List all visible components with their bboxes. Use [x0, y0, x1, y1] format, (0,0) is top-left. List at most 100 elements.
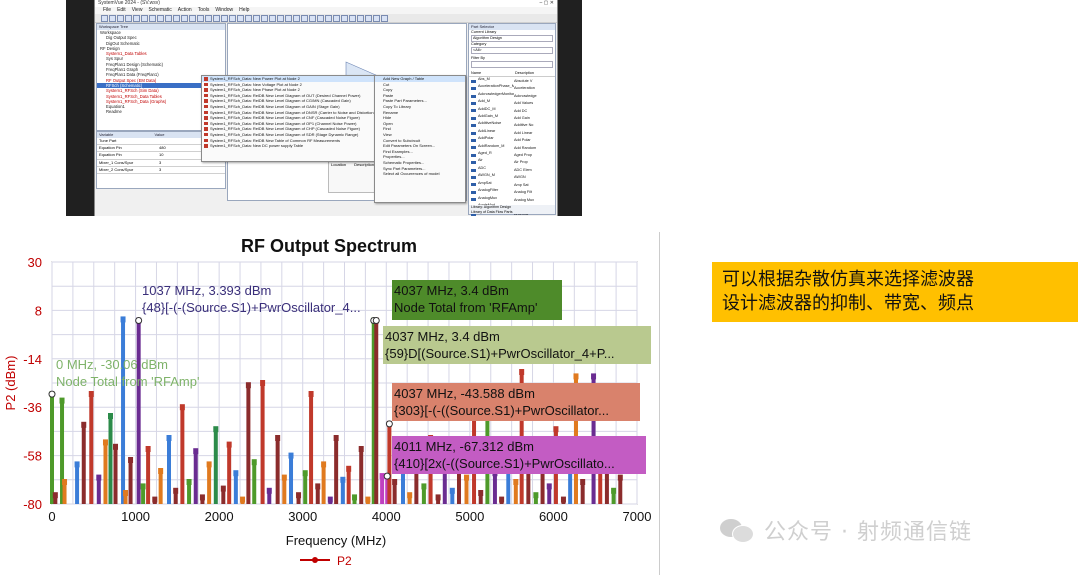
- spectrum-bar-marker[interactable]: [308, 391, 314, 397]
- marker-point[interactable]: [48, 390, 56, 398]
- menu-item-window[interactable]: Window: [215, 7, 233, 14]
- toolbar-button-icon[interactable]: [269, 15, 276, 22]
- toolbar-button-icon[interactable]: [149, 15, 156, 22]
- spectrum-bar-marker[interactable]: [145, 446, 151, 452]
- spectrum-bar-marker[interactable]: [296, 492, 302, 499]
- toolbar-button-icon[interactable]: [157, 15, 164, 22]
- spectrum-bar-marker[interactable]: [513, 479, 519, 485]
- spectrum-bar-marker[interactable]: [52, 492, 58, 499]
- context-menu-item[interactable]: Select all Occurrences of model: [375, 171, 465, 177]
- spectrum-bar-marker[interactable]: [365, 496, 371, 503]
- library-item[interactable]: AddGain_M Add Gain: [469, 114, 555, 121]
- spectrum-bar-marker[interactable]: [213, 426, 219, 433]
- spectrum-bar-marker[interactable]: [260, 380, 266, 386]
- spectrum-bar-marker[interactable]: [302, 470, 308, 477]
- spectrum-bar-marker[interactable]: [166, 435, 172, 441]
- toolbar-button-icon[interactable]: [101, 15, 108, 22]
- menu-item-edit[interactable]: Edit: [117, 7, 126, 14]
- spectrum-bar-marker[interactable]: [152, 496, 158, 503]
- grid-cell-value[interactable]: 3: [159, 167, 161, 173]
- library-item[interactable]: AnalogMux Analog Mux: [469, 196, 555, 203]
- spectrum-bar-marker[interactable]: [173, 487, 179, 494]
- library-item[interactable]: Abs_M Absolute V: [469, 77, 555, 84]
- toolbar-button-icon[interactable]: [197, 15, 204, 22]
- library-select[interactable]: Algorithm Design: [471, 35, 553, 42]
- spectrum-bar-marker[interactable]: [315, 483, 321, 490]
- spectrum-bar-marker[interactable]: [179, 404, 185, 411]
- toolbar-button-icon[interactable]: [133, 15, 140, 22]
- library-item[interactable]: AddRandom_M Add Random: [469, 144, 555, 151]
- spectrum-bar-marker[interactable]: [266, 487, 272, 494]
- spectrum-bar-marker[interactable]: [186, 479, 192, 485]
- spectrum-bar-marker[interactable]: [206, 461, 212, 468]
- toolbar-button-icon[interactable]: [277, 15, 284, 22]
- marker-point[interactable]: [135, 317, 143, 325]
- toolbar-button-icon[interactable]: [181, 15, 188, 22]
- toolbar-button-icon[interactable]: [341, 15, 348, 22]
- spectrum-bar-marker[interactable]: [519, 369, 525, 375]
- library-item[interactable]: AnalogFilter Analog Filt: [469, 188, 555, 195]
- toolbar-button-icon[interactable]: [165, 15, 172, 22]
- spectrum-bar-marker[interactable]: [611, 487, 617, 494]
- grid-cell-value[interactable]: 10: [159, 152, 163, 158]
- spectrum-bar-marker[interactable]: [421, 483, 427, 490]
- toolbar-button-icon[interactable]: [317, 15, 324, 22]
- spectrum-bar-marker[interactable]: [123, 490, 129, 496]
- toolbar-button-icon[interactable]: [261, 15, 268, 22]
- library-item[interactable]: ADC ADC Elem: [469, 166, 555, 173]
- toolbar-button-icon[interactable]: [309, 15, 316, 22]
- spectrum-bar-marker[interactable]: [333, 435, 339, 441]
- graph-menu-item[interactable]: System1_RFSch_Data: New DC power supply …: [202, 143, 393, 149]
- toolbar-button-icon[interactable]: [325, 15, 332, 22]
- spectrum-bar-marker[interactable]: [340, 476, 346, 483]
- spectrum-bar-marker[interactable]: [96, 474, 102, 481]
- toolbar-button-icon[interactable]: [117, 15, 124, 22]
- spectrum-bar-marker[interactable]: [478, 490, 484, 496]
- spectrum-bar-marker[interactable]: [140, 483, 146, 490]
- spectrum-bar-marker[interactable]: [573, 373, 579, 380]
- marker-point[interactable]: [385, 420, 393, 428]
- menu-item-help[interactable]: Help: [239, 7, 249, 14]
- spectrum-bar-marker[interactable]: [533, 492, 539, 499]
- menu-item-schematic[interactable]: Schematic: [148, 7, 171, 14]
- spectrum-bar-marker[interactable]: [553, 426, 559, 433]
- spectrum-bar-marker[interactable]: [358, 446, 364, 452]
- marker-point[interactable]: [372, 317, 380, 325]
- toolbar-button-icon[interactable]: [301, 15, 308, 22]
- spectrum-bar-marker[interactable]: [580, 479, 586, 485]
- toolbar-button-icon[interactable]: [293, 15, 300, 22]
- toolbar-button-icon[interactable]: [285, 15, 292, 22]
- library-item[interactable]: AddLinear Add Linear: [469, 129, 555, 136]
- spectrum-bar-marker[interactable]: [62, 479, 68, 485]
- toolbar-button-icon[interactable]: [373, 15, 380, 22]
- toolbar-button-icon[interactable]: [333, 15, 340, 22]
- spectrum-bar-marker[interactable]: [327, 496, 333, 503]
- spectrum-bar-marker[interactable]: [275, 435, 281, 441]
- spectrum-bar-marker[interactable]: [352, 494, 358, 501]
- library-item[interactable]: AdditiveNoise Additive No: [469, 121, 555, 128]
- toolbar-button-icon[interactable]: [237, 15, 244, 22]
- menu-item-file[interactable]: File: [103, 7, 111, 14]
- toolbar-button-icon[interactable]: [221, 15, 228, 22]
- toolbar-button-icon[interactable]: [173, 15, 180, 22]
- toolbar-button-icon[interactable]: [141, 15, 148, 22]
- library-item[interactable]: Add_M Add Values: [469, 99, 555, 106]
- spectrum-bar-marker[interactable]: [240, 496, 246, 503]
- marker-point[interactable]: [383, 472, 391, 480]
- spectrum-bar-marker[interactable]: [560, 496, 566, 503]
- grid-cell-value[interactable]: 480: [159, 145, 166, 151]
- toolbar-button-icon[interactable]: [381, 15, 388, 22]
- spectrum-bar-marker[interactable]: [226, 441, 232, 448]
- toolbar-button-icon[interactable]: [205, 15, 212, 22]
- spectrum-bar-marker[interactable]: [102, 439, 108, 446]
- toolbar-button-icon[interactable]: [109, 15, 116, 22]
- library-item[interactable]: Air Air Prop: [469, 158, 555, 165]
- library-item[interactable]: AmpSat Amp Sat: [469, 181, 555, 188]
- spectrum-bar-marker[interactable]: [288, 452, 294, 459]
- toolbar-button-icon[interactable]: [245, 15, 252, 22]
- spectrum-bar-marker[interactable]: [251, 459, 257, 466]
- category-select[interactable]: <All>: [471, 47, 553, 54]
- filter-input[interactable]: [471, 61, 553, 68]
- spectrum-bar-marker[interactable]: [233, 470, 239, 477]
- library-item[interactable]: AddDC_M Add DC: [469, 107, 555, 114]
